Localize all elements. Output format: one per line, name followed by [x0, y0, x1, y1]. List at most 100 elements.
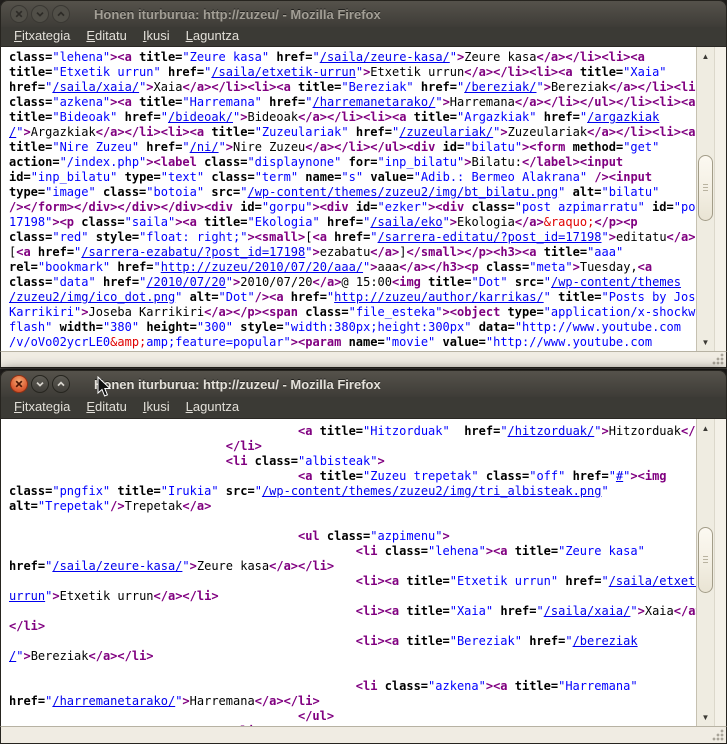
source-link[interactable]: /harremanetarako/ — [313, 95, 436, 109]
resize-grip[interactable] — [711, 728, 724, 741]
close-icon — [14, 379, 24, 389]
code-segment: class= — [204, 155, 247, 169]
code-segment: > — [601, 424, 608, 438]
scroll-down-button[interactable]: ▼ — [697, 334, 714, 350]
scroll-up-button[interactable]: ▲ — [697, 420, 714, 436]
source-link[interactable]: /2010/07/20 — [146, 275, 225, 289]
menu-item-fitxategia[interactable]: Fitxategia — [6, 27, 78, 46]
code-segment: " — [544, 275, 551, 289]
code-line: /zuzeu2/img/ico_dot.png" alt="Dot"/><a h… — [9, 290, 696, 305]
code-segment: ><div — [312, 200, 355, 214]
source-link[interactable]: /bideoak/ — [168, 110, 233, 124]
code-segment: > — [23, 649, 30, 663]
code-segment — [219, 484, 226, 498]
vertical-scrollbar[interactable]: ▲ ▼ — [696, 419, 714, 726]
scroll-up-button[interactable]: ▲ — [697, 48, 714, 64]
maximize-button[interactable] — [52, 375, 70, 393]
code-segment: href= — [327, 215, 363, 229]
source-link[interactable]: /saila/etxetik- — [609, 574, 696, 588]
code-segment: class= — [471, 200, 514, 214]
resize-grip[interactable] — [711, 352, 724, 365]
source-link[interactable]: /zuzeulariak/ — [399, 125, 493, 139]
title-bar[interactable]: Honen iturburua: http://zuzeu/ - Mozilla… — [0, 0, 727, 27]
vertical-scrollbar[interactable]: ▲ ▼ — [696, 47, 714, 351]
source-link[interactable]: /wp-content/themes — [551, 275, 681, 289]
code-segment: ><label — [146, 155, 204, 169]
code-segment — [96, 185, 103, 199]
scrollbar-thumb[interactable] — [698, 155, 713, 221]
window-edge-strip — [714, 47, 726, 351]
code-segment: href= — [565, 574, 601, 588]
code-segment: " — [565, 634, 572, 648]
source-link[interactable]: http://zuzeu/author/karrikas/ — [334, 290, 544, 304]
code-line: title="Nire Zuzeu" href="/ni/">Nire Zuze… — [9, 140, 696, 155]
source-link[interactable]: /zuzeu2/img/ico_dot.png — [9, 290, 175, 304]
title-bar[interactable]: Honen iturburua: http://zuzeu/ - Mozilla… — [0, 370, 727, 397]
close-button[interactable] — [10, 5, 28, 23]
scroll-down-button[interactable]: ▼ — [697, 709, 714, 725]
code-segment: class= — [9, 484, 52, 498]
minimize-button[interactable] — [31, 375, 49, 393]
menu-item-fitxategia[interactable]: Fitxategia — [6, 398, 78, 417]
minimize-button[interactable] — [31, 5, 49, 23]
source-link[interactable]: /sarrera-ezabatu/?post_id=17198 — [81, 245, 305, 259]
code-segment: href= — [276, 50, 312, 64]
source-link[interactable]: /saila/xaia/ — [52, 80, 139, 94]
source-link[interactable]: /saila/eko — [370, 215, 442, 229]
source-link[interactable]: urrun — [9, 589, 45, 603]
scrollbar-thumb[interactable] — [698, 527, 713, 593]
code-segment: title= — [515, 679, 558, 693]
source-link[interactable]: /sarrera-editatu/?post_id=17198 — [378, 230, 602, 244]
code-segment: "float: right;" — [139, 230, 247, 244]
code-segment: </label><input — [522, 155, 623, 169]
code-segment — [161, 65, 168, 79]
code-line: title="Etxetik urrun" href="/saila/etxet… — [9, 65, 696, 80]
code-segment: <li — [356, 544, 385, 558]
source-link[interactable]: /saila/etxetik-urrun — [211, 65, 356, 79]
source-link[interactable]: /ni/ — [190, 140, 219, 154]
code-segment: "text" — [161, 170, 204, 184]
code-segment: > — [378, 454, 385, 468]
source-link[interactable]: /wp-content/themes/zuzeu2/img/bt_bilatu.… — [247, 185, 558, 199]
source-link[interactable]: http://zuzeu/2010/07/20/aaa/ — [161, 260, 363, 274]
code-segment: title= — [117, 484, 160, 498]
code-segment: " — [536, 80, 543, 94]
code-segment: class= — [9, 95, 52, 109]
close-button[interactable] — [10, 375, 28, 393]
code-line: class="pngfix" title="Irukia" src="/wp-c… — [9, 484, 696, 499]
code-segment: flash" — [9, 320, 52, 334]
source-link[interactable]: /wp-content/themes/zuzeu2/img/tri_albist… — [262, 484, 602, 498]
menu-item-ikusi[interactable]: Ikusi — [135, 27, 178, 46]
menu-item-laguntza[interactable]: Laguntza — [178, 27, 248, 46]
menu-item-ikusi[interactable]: Ikusi — [135, 398, 178, 417]
source-link[interactable]: /saila/zeure-kasa/ — [52, 559, 182, 573]
code-segment: "s" — [341, 170, 363, 184]
source-link[interactable]: /bereziak — [573, 634, 638, 648]
window-controls — [10, 5, 70, 23]
menu-item-editatu[interactable]: Editatu — [78, 27, 134, 46]
maximize-button[interactable] — [52, 5, 70, 23]
code-line: action="/index.php"><label class="displa… — [9, 155, 696, 170]
code-segment: Zeure kasa — [197, 559, 269, 573]
code-segment: "bookmark" — [38, 260, 110, 274]
code-segment: "Dot" — [219, 290, 255, 304]
code-segment: "http://www.youtube.com — [515, 320, 681, 334]
source-link[interactable]: /saila/xaia/ — [544, 604, 631, 618]
source-link[interactable]: /harremanetarako/ — [52, 694, 175, 708]
source-link[interactable]: /bereziak/ — [464, 80, 536, 94]
code-segment: "Xaia" — [623, 65, 666, 79]
source-link[interactable]: /hitzorduak/ — [508, 424, 595, 438]
source-link[interactable]: /argazkiak — [587, 110, 659, 124]
menu-item-laguntza[interactable]: Laguntza — [178, 398, 248, 417]
code-segment: Karrikiri" — [9, 305, 81, 319]
code-segment: method= — [573, 140, 624, 154]
code-segment: > — [23, 125, 30, 139]
code-segment: </a> — [182, 499, 211, 513]
code-line: type="image" class="botoia" src="/wp-con… — [9, 185, 696, 200]
menu-item-editatu[interactable]: Editatu — [78, 398, 134, 417]
code-segment: value= — [443, 335, 486, 349]
code-line: id="inp_bilatu" type="text" class="term"… — [9, 170, 696, 185]
source-link[interactable]: /saila/zeure-kasa/ — [320, 50, 450, 64]
code-segment — [471, 320, 478, 334]
code-segment: name= — [305, 170, 341, 184]
